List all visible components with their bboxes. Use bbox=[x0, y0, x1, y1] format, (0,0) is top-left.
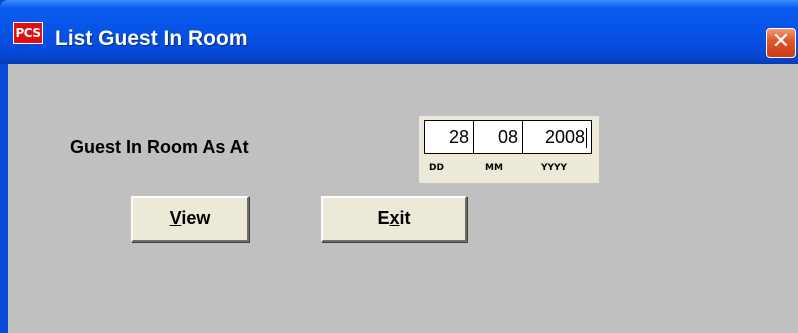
day-field[interactable]: 28 bbox=[424, 120, 474, 154]
day-caption: DD bbox=[429, 163, 444, 173]
month-caption: MM bbox=[485, 163, 503, 173]
title-bar[interactable]: PCS List Guest In Room ✕ bbox=[0, 0, 798, 64]
dialog-window: PCS List Guest In Room ✕ Guest In Room A… bbox=[0, 0, 798, 333]
exit-label-pre: E bbox=[377, 208, 390, 228]
view-button[interactable]: View bbox=[131, 196, 249, 242]
window-title: List Guest In Room bbox=[55, 27, 248, 50]
day-value: 28 bbox=[448, 127, 469, 147]
year-caption: YYYY bbox=[541, 163, 568, 173]
date-picker: 28 08 2008 DD MM YYYY bbox=[419, 116, 599, 183]
month-field[interactable]: 08 bbox=[473, 120, 523, 154]
exit-button[interactable]: Exit bbox=[321, 196, 467, 242]
view-accel: V bbox=[169, 208, 182, 228]
close-icon: ✕ bbox=[771, 29, 791, 54]
guest-in-room-label: Guest In Room As At bbox=[70, 137, 249, 157]
year-field[interactable]: 2008 bbox=[522, 120, 592, 154]
year-value: 2008 bbox=[544, 127, 585, 147]
view-label-rest: iew bbox=[181, 208, 211, 228]
close-button[interactable]: ✕ bbox=[766, 28, 796, 58]
pcs-logo-icon: PCS bbox=[13, 22, 43, 44]
dialog-client-area: Guest In Room As At 28 08 2008 DD MM YYY… bbox=[8, 64, 798, 333]
month-value: 08 bbox=[497, 127, 518, 147]
exit-accel: x bbox=[389, 208, 400, 228]
text-caret bbox=[586, 128, 587, 149]
exit-label-rest: it bbox=[399, 208, 411, 228]
